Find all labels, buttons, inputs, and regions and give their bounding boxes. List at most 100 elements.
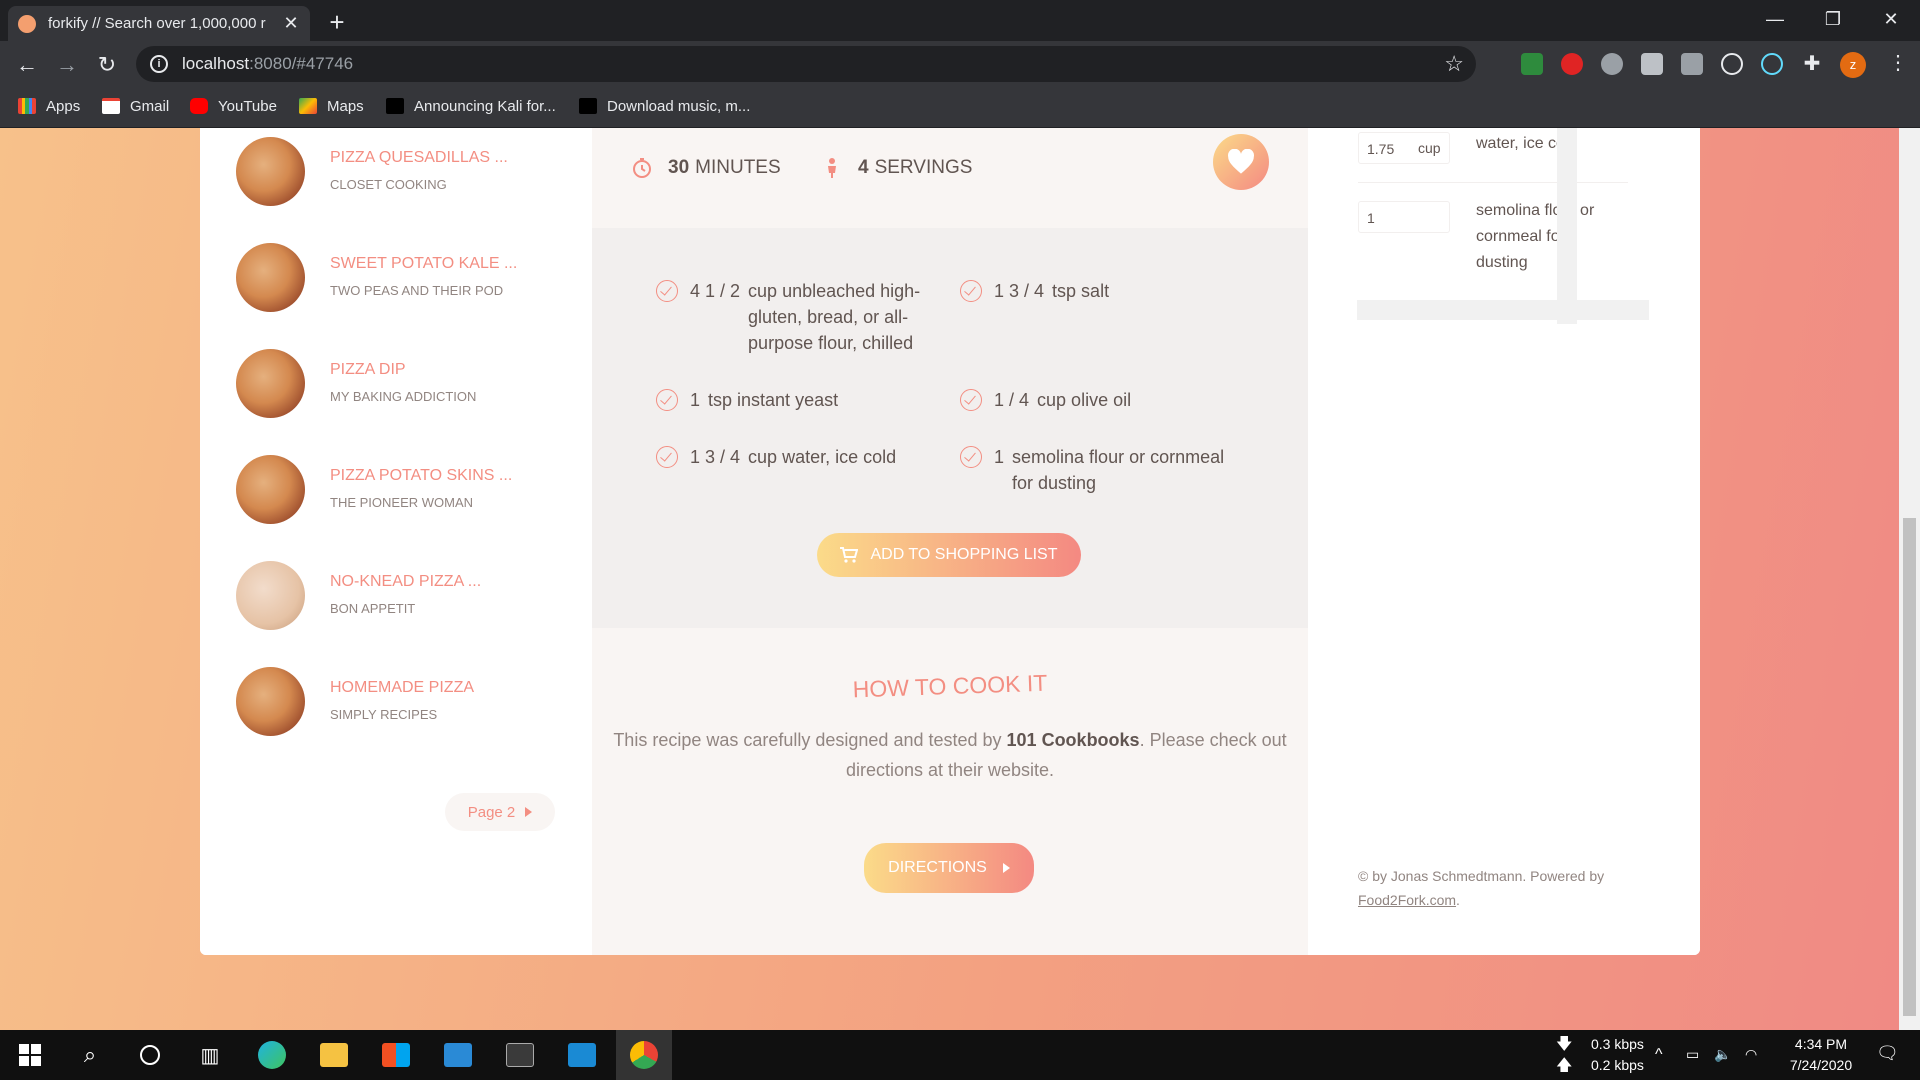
bookmark-star-icon[interactable]: ☆ <box>1444 51 1464 77</box>
forward-icon[interactable]: → <box>52 52 82 78</box>
bookmark-label: YouTube <box>218 97 277 115</box>
quantity-input[interactable]: 1 <box>1358 201 1450 233</box>
file-explorer-icon[interactable] <box>306 1030 362 1080</box>
result-title: NO-KNEAD PIZZA ... <box>330 573 482 590</box>
apps-grid-icon <box>18 98 36 114</box>
howto-publisher: 101 Cookbooks <box>1006 730 1140 750</box>
directions-label: DIRECTIONS <box>888 859 987 876</box>
gmail-icon <box>102 98 120 114</box>
ingredient-item: 1 3 / 4 cup water, ice cold <box>656 444 936 470</box>
shopping-description: semolina flour or cornmeal for dusting <box>1476 202 1595 271</box>
ingredient-item: 1 / 4 cup olive oil <box>960 387 1240 413</box>
volume-icon[interactable]: 🔈 <box>1714 1044 1731 1065</box>
bookmark-apps[interactable]: Apps <box>18 94 80 118</box>
back-icon[interactable]: ← <box>12 52 42 78</box>
result-item[interactable]: HOMEMADE PIZZA SIMPLY RECIPES <box>236 667 576 739</box>
store-icon[interactable] <box>368 1030 424 1080</box>
edge-icon[interactable] <box>244 1030 300 1080</box>
cortana-icon[interactable] <box>122 1030 178 1080</box>
ingredient-count: 1 3 / 4 <box>994 281 1045 301</box>
ingredient-item: 1 semolina flour or cornmeal for dusting <box>960 444 1240 496</box>
net-down: 0.3 kbps <box>1591 1036 1644 1052</box>
result-item[interactable]: SWEET POTATO KALE ... TWO PEAS AND THEIR… <box>236 243 576 315</box>
result-item[interactable]: PIZZA DIP MY BAKING ADDICTION <box>236 349 576 421</box>
servings-value: 4 <box>858 157 869 178</box>
result-item[interactable]: PIZZA QUESADILLAS ... CLOSET COOKING <box>236 137 576 209</box>
page-label: Page 2 <box>467 803 516 821</box>
search-icon[interactable]: ⌕ <box>62 1030 118 1080</box>
extension-icon[interactable] <box>1521 53 1543 75</box>
bookmark-label: Announcing Kali for... <box>414 97 556 115</box>
recipe-thumbnail <box>236 137 305 206</box>
profile-avatar[interactable]: z <box>1840 52 1866 78</box>
youtube-icon <box>190 98 208 114</box>
shopping-item: 1.75 cup water, ice cold <box>1358 128 1628 183</box>
clock-time: 4:34 PM <box>1794 1036 1848 1052</box>
recipe-duration: 30 MINUTES <box>630 148 781 188</box>
music-icon <box>579 98 597 114</box>
bookmark-kali[interactable]: Announcing Kali for... <box>386 94 556 118</box>
shopping-list-vertical-scrollbar[interactable] <box>1557 128 1577 324</box>
task-view-icon[interactable]: ▥ <box>182 1030 238 1080</box>
clock[interactable]: 4:34 PM 7/24/2020 <box>1776 1034 1866 1076</box>
bookmark-heart-button[interactable] <box>1213 134 1269 190</box>
scrollbar-thumb[interactable] <box>1903 518 1916 1016</box>
bookmark-label: Apps <box>46 97 81 115</box>
browser-tab[interactable]: forkify // Search over 1,000,000 r ✕ <box>8 6 310 41</box>
camera-extension-icon[interactable] <box>1641 53 1663 75</box>
ingredient-count: 1 3 / 4 <box>690 447 741 467</box>
result-item[interactable]: PIZZA POTATO SKINS ... THE PIONEER WOMAN <box>236 455 576 527</box>
shopping-list-horizontal-scrollbar[interactable] <box>1357 300 1649 320</box>
next-page-button[interactable]: Page 2 <box>445 793 555 831</box>
vscode-icon[interactable] <box>554 1030 610 1080</box>
howto-heading: HOW TO COOK IT <box>852 669 1048 703</box>
result-item[interactable]: NO-KNEAD PIZZA ... BON APPETIT <box>236 561 576 633</box>
react-devtools-icon[interactable] <box>1721 53 1743 75</box>
terminal-icon[interactable] <box>492 1030 548 1080</box>
mail-icon[interactable] <box>430 1030 486 1080</box>
notifications-icon[interactable]: 🗨 <box>1876 1043 1899 1064</box>
page-scrollbar[interactable] <box>1899 128 1920 1030</box>
new-tab-button[interactable]: + <box>322 7 352 38</box>
recipe-thumbnail <box>236 243 305 312</box>
battery-icon[interactable]: ▭ <box>1686 1044 1699 1065</box>
tab-close-icon[interactable]: ✕ <box>282 13 300 34</box>
ingredient-text: semolina flour or cornmeal for dusting <box>1012 447 1225 493</box>
recipe-servings: 4 SERVINGS <box>820 148 972 188</box>
site-info-icon[interactable]: i <box>150 55 168 73</box>
extensions-puzzle-icon[interactable]: ✚ <box>1801 53 1823 75</box>
directions-button[interactable]: DIRECTIONS <box>864 843 1034 893</box>
bookmark-gmail[interactable]: Gmail <box>102 94 169 118</box>
chrome-icon[interactable] <box>616 1030 672 1080</box>
bookmark-download-music[interactable]: Download music, m... <box>579 94 750 118</box>
menu-kebab-icon[interactable]: ⋮ <box>1888 50 1908 75</box>
reload-icon[interactable]: ↻ <box>92 52 122 78</box>
ingredient-text: tsp instant yeast <box>708 390 839 410</box>
extension-icon[interactable] <box>1601 53 1623 75</box>
address-bar[interactable]: i localhost:8080/#47746 ☆ <box>136 46 1476 82</box>
extension-icon[interactable] <box>1561 53 1583 75</box>
minimize-button[interactable]: — <box>1746 0 1804 41</box>
tray-chevron-icon[interactable]: ^ <box>1655 1044 1663 1065</box>
bookmark-youtube[interactable]: YouTube <box>190 94 277 118</box>
close-window-button[interactable]: ✕ <box>1862 0 1920 41</box>
net-up: 0.2 kbps <box>1591 1057 1644 1073</box>
result-publisher: CLOSET COOKING <box>330 177 447 192</box>
shopping-list: 1.75 cup water, ice cold 1 semolina flou… <box>1308 128 1700 955</box>
add-to-list-label: ADD TO SHOPPING LIST <box>870 546 1058 563</box>
forkify-page: PIZZA QUESADILLAS ... CLOSET COOKING SWE… <box>0 128 1899 1030</box>
bookmark-maps[interactable]: Maps <box>299 94 364 118</box>
add-to-shopping-list-button[interactable]: ADD TO SHOPPING LIST <box>817 533 1081 577</box>
wifi-icon[interactable]: ◠ <box>1745 1044 1757 1065</box>
food2fork-link[interactable]: Food2Fork.com <box>1358 892 1456 908</box>
bookmark-label: Maps <box>327 97 364 115</box>
maximize-button[interactable]: ❐ <box>1804 0 1862 41</box>
caret-right-icon <box>1002 863 1010 873</box>
ingredient-item: 4 1 / 2 cup unbleached high-gluten, brea… <box>656 278 936 356</box>
facebook-extension-icon[interactable] <box>1681 53 1703 75</box>
result-title: PIZZA POTATO SKINS ... <box>330 467 513 484</box>
recipe-ingredients: 4 1 / 2 cup unbleached high-gluten, brea… <box>592 228 1308 628</box>
recipe-thumbnail <box>236 349 305 418</box>
start-icon[interactable] <box>2 1030 58 1080</box>
react-extension-icon[interactable] <box>1761 53 1783 75</box>
